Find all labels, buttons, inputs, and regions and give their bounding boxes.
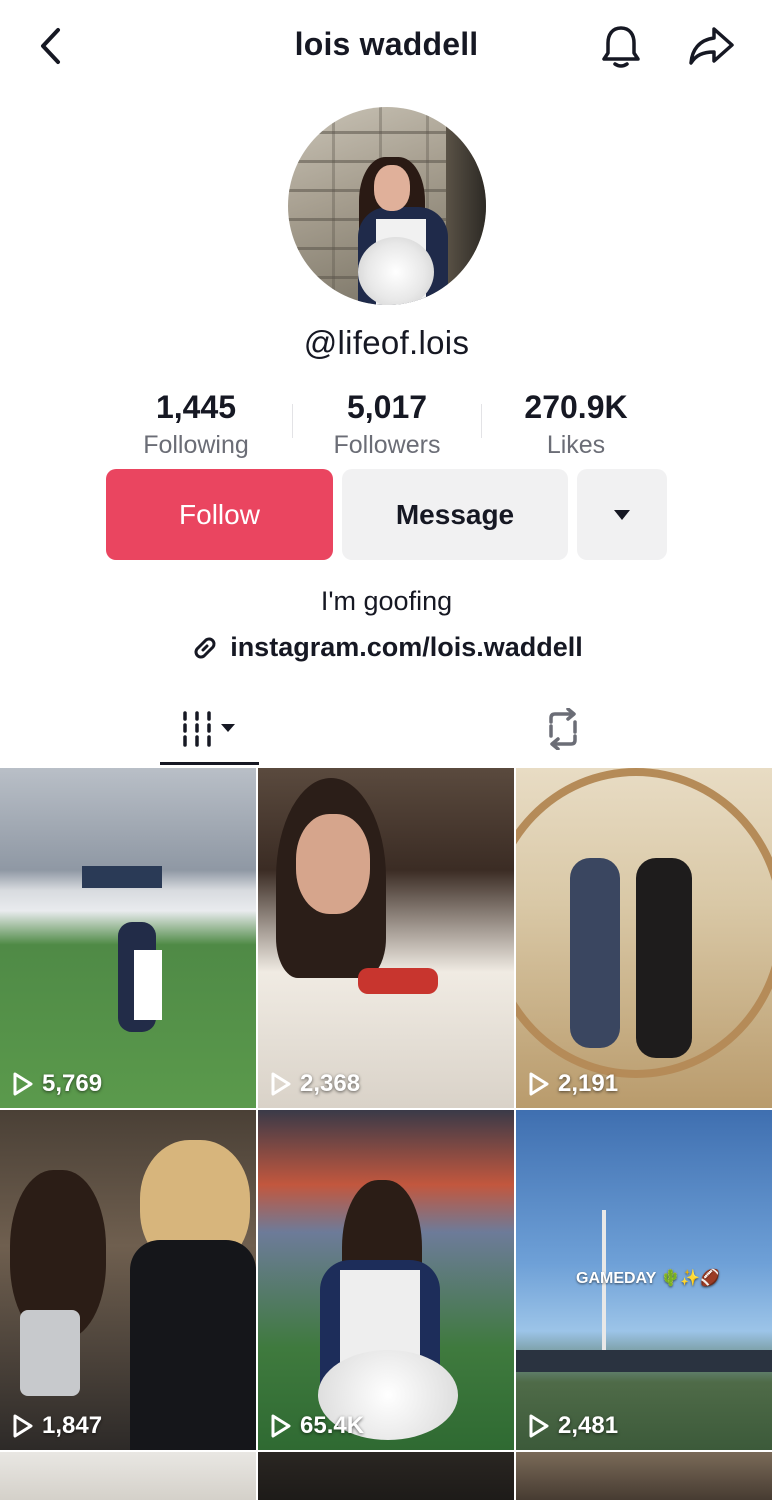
video-thumbnail[interactable] bbox=[0, 1452, 256, 1500]
video-thumbnail[interactable]: 2,191 bbox=[516, 768, 772, 1108]
profile-link[interactable]: instagram.com/lois.waddell bbox=[0, 632, 773, 663]
message-button[interactable]: Message bbox=[342, 469, 568, 560]
view-count: 2,481 bbox=[528, 1412, 618, 1440]
video-thumbnail[interactable]: 5,769 bbox=[0, 768, 256, 1108]
view-count: 1,847 bbox=[12, 1412, 102, 1440]
stat-following[interactable]: 1,445 Following bbox=[96, 388, 296, 462]
followers-label: Followers bbox=[333, 431, 441, 459]
view-count: 2,191 bbox=[528, 1070, 618, 1098]
video-caption: GAMEDAY 🌵✨🏈 bbox=[576, 1270, 721, 1287]
likes-count: 270.9K bbox=[524, 389, 628, 425]
tab-videos[interactable] bbox=[160, 692, 259, 766]
tab-reposts[interactable] bbox=[513, 692, 613, 766]
active-tab-indicator bbox=[160, 762, 259, 765]
profile-bio: I'm goofing bbox=[320, 586, 453, 616]
view-count-text: 2,191 bbox=[558, 1070, 619, 1097]
play-outline-icon bbox=[529, 1414, 549, 1438]
likes-label: Likes bbox=[546, 431, 606, 459]
view-count: 2,368 bbox=[270, 1070, 360, 1098]
video-thumbnail[interactable] bbox=[516, 1452, 772, 1500]
view-count-text: 65.4K bbox=[300, 1412, 365, 1439]
share-button[interactable] bbox=[684, 20, 740, 72]
following-label: Following bbox=[143, 431, 249, 459]
play-outline-icon bbox=[13, 1414, 33, 1438]
repost-icon bbox=[549, 708, 577, 750]
following-count: 1,445 bbox=[155, 389, 237, 425]
stat-followers[interactable]: 5,017 Followers bbox=[287, 388, 487, 462]
play-outline-icon bbox=[529, 1072, 549, 1096]
video-thumbnail[interactable] bbox=[258, 1452, 514, 1500]
video-thumbnail[interactable]: 2,368 bbox=[258, 768, 514, 1108]
profile-title: lois waddell bbox=[294, 26, 479, 62]
profile-header: lois waddell bbox=[0, 0, 773, 92]
view-count-text: 2,368 bbox=[300, 1070, 361, 1097]
caret-down-icon bbox=[614, 509, 630, 520]
notifications-button[interactable] bbox=[596, 20, 646, 72]
view-count-text: 2,481 bbox=[558, 1412, 619, 1439]
play-outline-icon bbox=[271, 1414, 291, 1438]
video-grid-icon bbox=[182, 711, 235, 747]
share-arrow-icon bbox=[689, 27, 734, 65]
link-icon bbox=[194, 637, 216, 658]
profile-link-text: instagram.com/lois.waddell bbox=[230, 632, 583, 662]
play-outline-icon bbox=[13, 1072, 33, 1096]
video-thumbnail[interactable]: GAMEDAY 🌵✨🏈 2,481 bbox=[516, 1110, 772, 1450]
follow-button[interactable]: Follow bbox=[106, 469, 333, 560]
view-count-text: 5,769 bbox=[42, 1070, 103, 1097]
view-count: 5,769 bbox=[12, 1070, 102, 1098]
video-thumbnail[interactable]: 65.4K bbox=[258, 1110, 514, 1450]
video-thumbnail[interactable]: 1,847 bbox=[0, 1110, 256, 1450]
view-count-text: 1,847 bbox=[42, 1412, 103, 1439]
more-options-button[interactable] bbox=[577, 469, 667, 560]
play-outline-icon bbox=[271, 1072, 291, 1096]
view-count: 65.4K bbox=[270, 1412, 364, 1440]
stat-likes: 270.9K Likes bbox=[476, 388, 676, 462]
profile-handle: @lifeof.lois bbox=[303, 324, 470, 361]
bell-icon bbox=[602, 26, 640, 68]
avatar[interactable] bbox=[288, 107, 486, 305]
followers-count: 5,017 bbox=[346, 389, 428, 425]
